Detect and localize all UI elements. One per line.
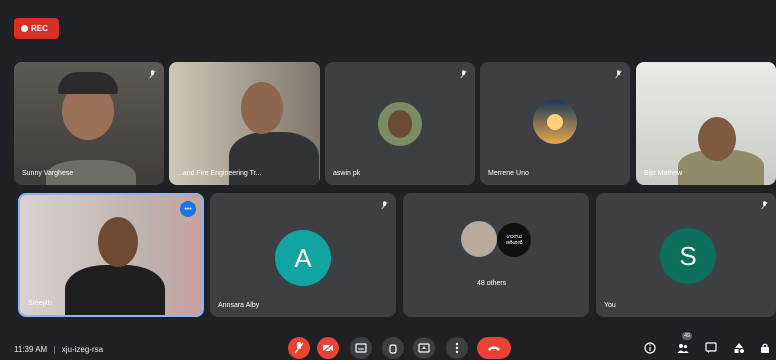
participant-tile[interactable]: Merrene Uno [480,62,630,185]
camera-off-icon [322,343,334,353]
avatar [533,100,577,144]
host-controls-button[interactable] [758,341,772,355]
avatar: ഗാന്ധ ദർശൻ [497,223,531,257]
more-vert-icon [455,342,459,354]
participant-name: Sreejith [28,300,52,307]
avatar [378,102,422,146]
participant-tile[interactable]: ...and Fire Engineering Tr... [169,62,320,185]
mic-off-icon [761,201,768,210]
participant-name: Sunny Varghese [22,170,74,177]
participant-name: Annsara Alby [218,302,260,309]
avatar: S [660,228,716,284]
avatar-initial: A [294,242,312,273]
participant-tile-active[interactable]: ••• Sreejith [18,193,204,317]
record-dot-icon [21,25,28,32]
avatar-initial: S [679,240,697,271]
participant-name: ...and Fire Engineering Tr... [177,170,262,177]
call-end-icon [488,346,500,351]
chat-button[interactable] [704,341,718,355]
shapes-icon [734,343,744,353]
meeting-code: xju-izeg-rsa [61,345,104,354]
mic-off-icon [294,342,304,354]
camera-toggle-button[interactable] [317,337,339,359]
mic-off-icon [149,70,156,79]
people-button[interactable] [676,341,690,355]
avatar-text: ഗാന്ധ ദർശൻ [505,234,523,246]
hand-icon [389,344,397,354]
more-options-icon[interactable]: ••• [180,201,196,217]
mic-off-icon [615,70,622,79]
participant-name: Merrene Uno [488,170,529,177]
meeting-info: 11:39 AM | xju-izeg-rsa [14,345,103,354]
clock-time: 11:39 AM [14,345,48,354]
chat-icon [705,342,717,353]
participant-tile[interactable]: Sunny Varghese [14,62,164,185]
raise-hand-button[interactable] [382,337,404,359]
lock-person-icon [761,343,769,353]
leave-call-button[interactable] [477,337,511,359]
captions-icon [355,343,367,353]
mic-off-icon [381,201,388,210]
avatar: A [275,230,331,286]
activities-button[interactable] [732,341,746,355]
participant-tile[interactable]: aswin pk [325,62,475,185]
participant-name: Bijo Mathew [644,170,683,177]
others-tile[interactable]: ഗാന്ധ ദർശൻ 48 others [403,193,589,317]
info-icon [644,342,656,354]
captions-button[interactable] [350,337,372,359]
mic-off-icon [460,70,467,79]
self-tile[interactable]: S You [596,193,776,317]
separator: | [53,345,56,354]
participant-name: aswin pk [333,170,361,177]
others-count: 48 others [477,280,507,287]
participant-tile[interactable]: A Annsara Alby [210,193,396,317]
present-screen-button[interactable] [413,337,435,359]
mic-toggle-button[interactable] [288,337,310,359]
participant-name: You [604,302,616,309]
more-options-button[interactable] [446,337,468,359]
present-icon [418,343,430,353]
meeting-details-button[interactable] [643,341,657,355]
recording-badge: REC [14,18,59,39]
avatar [461,221,497,257]
participants-count-badge: 49 [682,332,692,340]
participant-tile[interactable]: Bijo Mathew [636,62,776,185]
recording-label: REC [31,24,48,33]
people-icon [677,344,689,353]
